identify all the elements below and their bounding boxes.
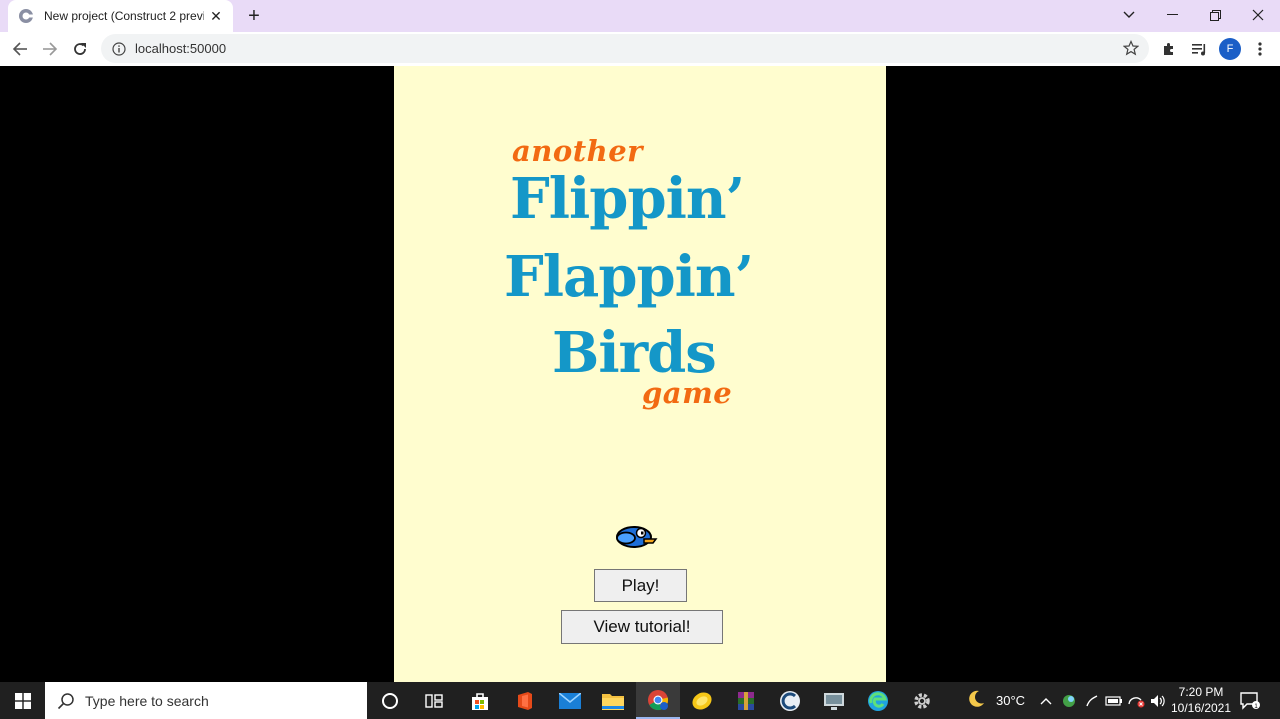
winrar-icon[interactable] — [724, 682, 768, 719]
play-button[interactable]: Play! — [594, 569, 687, 602]
forward-button[interactable] — [37, 37, 63, 61]
windows-taskbar: Type here to search 30°C 7:20 PM 10/16/2… — [0, 682, 1280, 719]
taskbar-search-box[interactable]: Type here to search — [45, 682, 367, 719]
title-flippin: Flippin’ — [510, 166, 745, 232]
notifications-icon[interactable]: 1 — [1240, 682, 1260, 719]
minimize-button[interactable] — [1150, 0, 1194, 30]
browser-toolbar: localhost:50000 F — [0, 32, 1280, 66]
view-tutorial-button[interactable]: View tutorial! — [561, 610, 723, 644]
address-bar[interactable]: localhost:50000 — [101, 34, 1149, 63]
new-tab-button[interactable]: + — [242, 4, 266, 28]
taskbar-clock[interactable]: 7:20 PM 10/16/2021 — [1168, 684, 1234, 716]
game-canvas[interactable]: another Flippin’ Flappin’ Birds game Pla… — [394, 66, 886, 682]
restore-button[interactable] — [1193, 0, 1237, 30]
weather-widget[interactable]: 30°C — [966, 682, 1025, 719]
profile-avatar[interactable]: F — [1219, 38, 1241, 60]
chrome-icon[interactable] — [636, 682, 680, 719]
bookmark-star-icon[interactable] — [1122, 40, 1140, 56]
office-icon[interactable] — [503, 682, 547, 719]
cortana-icon[interactable] — [368, 682, 412, 719]
lemon-app-icon[interactable] — [680, 682, 724, 719]
bird-sprite-icon — [614, 523, 658, 551]
extensions-puzzle-icon[interactable] — [1159, 39, 1179, 59]
clock-time: 7:20 PM — [1178, 685, 1224, 699]
search-placeholder: Type here to search — [85, 692, 209, 709]
weather-temperature: 30°C — [996, 693, 1026, 708]
title-another: another — [512, 134, 643, 168]
tab-construct-preview[interactable]: New project (Construct 2 preview ✕ — [8, 0, 233, 32]
title-game: game — [642, 376, 733, 410]
start-windows-icon[interactable] — [0, 682, 45, 719]
pen-workspace-icon[interactable] — [1085, 682, 1099, 719]
show-hidden-icons-chevron-icon[interactable] — [1040, 682, 1052, 719]
tab-title: New project (Construct 2 preview — [44, 9, 204, 23]
browser-menu-icon[interactable] — [1250, 39, 1270, 59]
clock-date: 10/16/2021 — [1170, 701, 1232, 715]
volume-icon[interactable] — [1150, 682, 1166, 719]
title-flappin: Flappin’ — [504, 244, 754, 310]
ccleaner-icon[interactable] — [768, 682, 812, 719]
close-window-button[interactable] — [1236, 0, 1280, 30]
construct-favicon-icon — [18, 8, 34, 24]
reading-list-icon[interactable] — [1189, 39, 1209, 59]
battery-icon[interactable] — [1105, 682, 1123, 719]
mail-icon[interactable] — [548, 682, 592, 719]
site-info-icon[interactable] — [111, 41, 127, 57]
store-icon[interactable] — [458, 682, 502, 719]
weather-moon-icon — [966, 689, 986, 712]
url-text: localhost:50000 — [135, 41, 227, 56]
task-view-icon[interactable] — [412, 682, 456, 719]
page-viewport: another Flippin’ Flappin’ Birds game Pla… — [0, 66, 1280, 682]
tab-strip: New project (Construct 2 preview ✕ + — [0, 0, 1280, 32]
settings-gear-icon[interactable] — [900, 682, 944, 719]
network-disconnected-icon[interactable] — [1128, 682, 1146, 719]
tab-close-icon[interactable]: ✕ — [207, 7, 225, 25]
tab-search-chevron-icon[interactable] — [1107, 0, 1151, 30]
tray-app-icon[interactable] — [1062, 682, 1076, 719]
edge-icon[interactable] — [856, 682, 900, 719]
remote-desktop-icon[interactable] — [812, 682, 856, 719]
search-icon — [57, 692, 75, 710]
back-button[interactable] — [7, 37, 33, 61]
file-explorer-icon[interactable] — [591, 682, 635, 719]
reload-button[interactable] — [67, 37, 93, 61]
